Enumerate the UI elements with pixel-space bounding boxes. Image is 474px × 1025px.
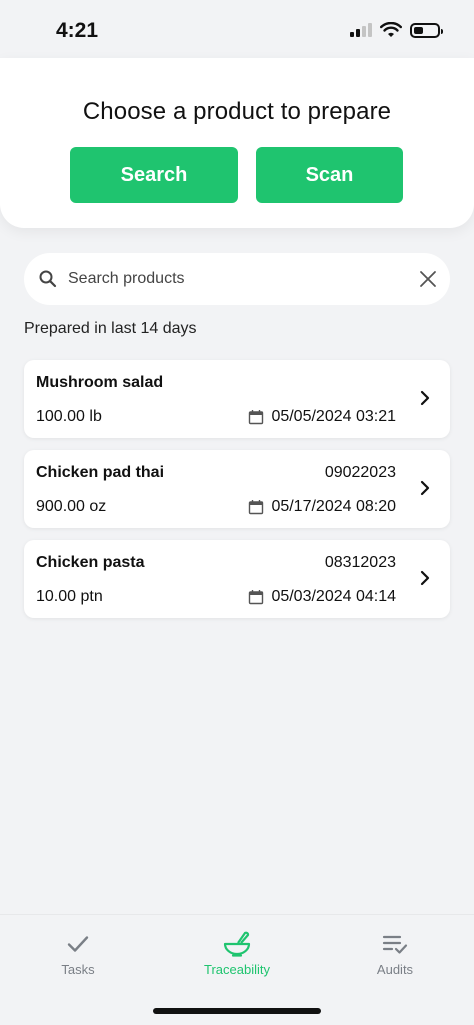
product-datetime-text: 05/17/2024 08:20 bbox=[271, 498, 396, 515]
tab-traceability[interactable]: Traceability bbox=[177, 929, 297, 977]
product-datetime: 05/03/2024 04:14 bbox=[248, 588, 396, 606]
close-icon[interactable] bbox=[418, 269, 438, 289]
wifi-icon bbox=[380, 22, 402, 37]
mortar-pestle-icon bbox=[223, 931, 251, 957]
search-button[interactable]: Search bbox=[70, 147, 238, 203]
product-code: 09022023 bbox=[324, 464, 396, 481]
product-quantity: 10.00 ptn bbox=[36, 588, 103, 605]
tab-audits[interactable]: Audits bbox=[335, 929, 455, 977]
status-bar: 4:21 bbox=[0, 0, 474, 58]
product-name: Mushroom salad bbox=[36, 374, 164, 391]
chevron-right-icon[interactable] bbox=[418, 569, 432, 587]
tab-label: Audits bbox=[376, 962, 414, 977]
search-icon bbox=[39, 270, 57, 288]
status-time: 4:21 bbox=[56, 19, 99, 42]
product-quantity: 900.00 oz bbox=[36, 498, 107, 515]
product-card[interactable]: Chicken pad thai 09022023 900.00 oz 05/1… bbox=[24, 450, 450, 528]
product-datetime: 05/05/2024 03:21 bbox=[248, 408, 396, 426]
scan-button[interactable]: Scan bbox=[256, 147, 403, 203]
page-title: Choose a product to prepare bbox=[82, 98, 392, 125]
home-indicator[interactable] bbox=[153, 1008, 321, 1014]
product-card[interactable]: Chicken pasta 08312023 10.00 ptn 05/03/2… bbox=[24, 540, 450, 618]
section-label: Prepared in last 14 days bbox=[24, 320, 197, 337]
cellular-signal-icon bbox=[350, 23, 372, 37]
product-name: Chicken pad thai bbox=[36, 464, 165, 481]
calendar-icon bbox=[249, 590, 264, 605]
product-code: 08312023 bbox=[324, 554, 396, 571]
product-datetime-text: 05/03/2024 04:14 bbox=[271, 588, 396, 605]
header-card: Choose a product to prepare Search Scan bbox=[0, 58, 474, 228]
battery-icon bbox=[410, 22, 443, 38]
checkmark-icon bbox=[67, 936, 89, 952]
tab-label: Traceability bbox=[204, 962, 270, 977]
product-quantity: 100.00 lb bbox=[36, 408, 102, 425]
search-input[interactable] bbox=[68, 253, 408, 305]
chevron-right-icon[interactable] bbox=[418, 479, 432, 497]
product-datetime-text: 05/05/2024 03:21 bbox=[271, 408, 396, 425]
tab-tasks[interactable]: Tasks bbox=[18, 929, 138, 977]
calendar-icon bbox=[249, 410, 264, 425]
product-datetime: 05/17/2024 08:20 bbox=[248, 498, 396, 516]
list-check-icon bbox=[382, 935, 408, 954]
tab-label: Tasks bbox=[61, 962, 95, 977]
search-box bbox=[24, 253, 450, 305]
chevron-right-icon[interactable] bbox=[418, 389, 432, 407]
product-card[interactable]: Mushroom salad 100.00 lb 05/05/2024 03:2… bbox=[24, 360, 450, 438]
status-icons bbox=[350, 22, 443, 38]
calendar-icon bbox=[249, 500, 264, 515]
product-name: Chicken pasta bbox=[36, 554, 145, 571]
